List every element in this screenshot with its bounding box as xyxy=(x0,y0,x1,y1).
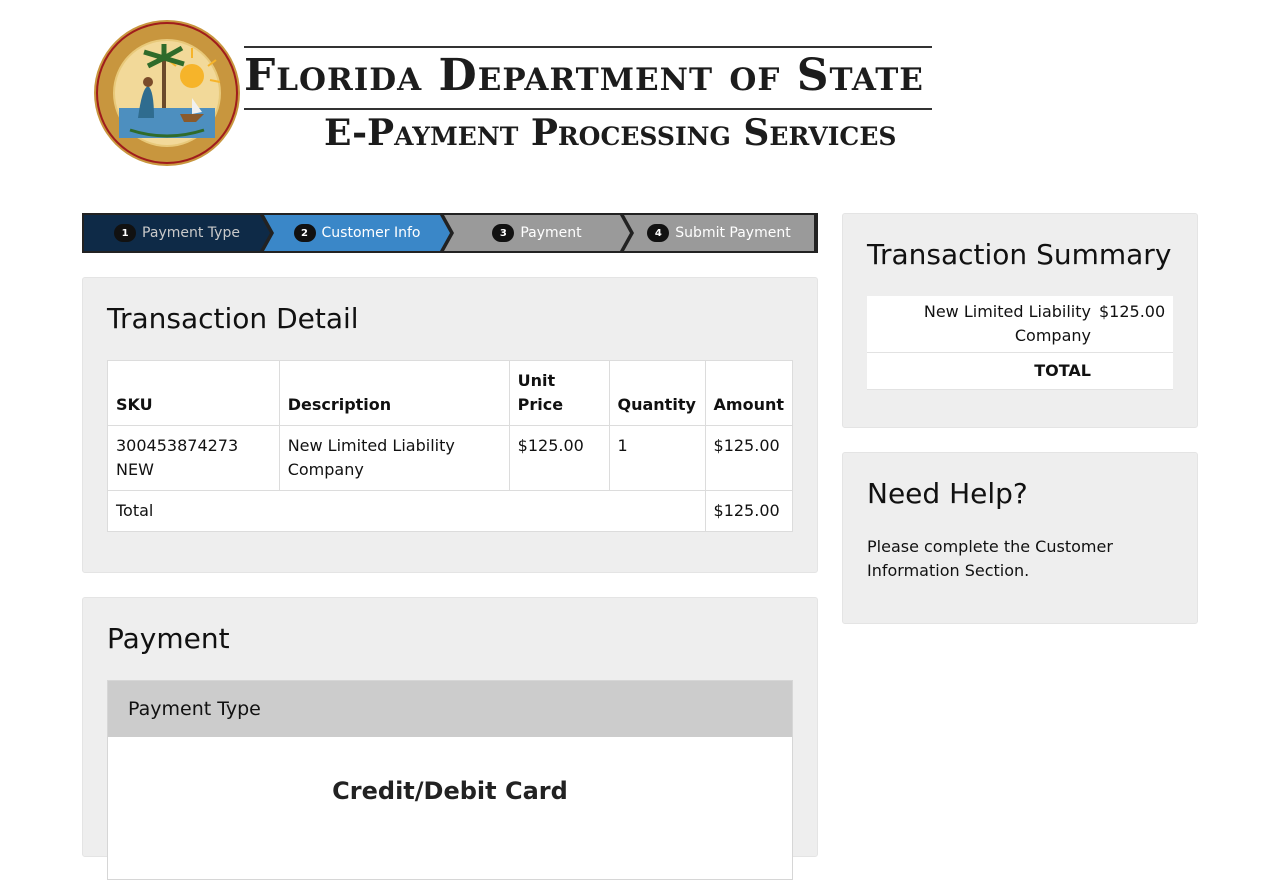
step-customer-info[interactable]: 2 Customer Info xyxy=(264,215,450,251)
summary-total-value xyxy=(1095,352,1173,390)
column-header-description: Description xyxy=(278,360,510,426)
step-number: 1 xyxy=(114,224,136,242)
step-label: Submit Payment xyxy=(675,225,791,241)
total-label: Total xyxy=(107,490,706,532)
cell-unit-price: $125.00 xyxy=(508,425,610,491)
summary-total-row: TOTAL xyxy=(867,352,1173,390)
site-header: Florida Department of State E-Payment Pr… xyxy=(92,18,934,168)
column-header-quantity: Quantity xyxy=(608,360,706,426)
need-help-panel: Need Help? Please complete the Customer … xyxy=(842,452,1198,624)
payment-type-box: Payment Type Credit/Debit Card xyxy=(107,680,793,880)
table-header-row: SKU Description Unit Price Quantity Amou… xyxy=(107,360,794,426)
summary-total-label: TOTAL xyxy=(867,352,1095,390)
column-header-sku: SKU xyxy=(107,360,280,426)
agency-name: Florida Department of State xyxy=(244,50,924,101)
payment-type-header: Payment Type xyxy=(108,681,792,737)
step-label: Customer Info xyxy=(321,225,421,241)
cell-sku: 300453874273 NEW xyxy=(107,425,280,491)
table-total-row: Total $125.00 xyxy=(107,490,794,532)
cell-description: New Limited Liability Company xyxy=(278,425,510,491)
total-value: $125.00 xyxy=(704,490,794,532)
florida-seal-logo xyxy=(94,20,240,166)
transaction-detail-panel: Transaction Detail SKU Description Unit … xyxy=(82,277,818,573)
transaction-summary-title: Transaction Summary xyxy=(867,238,1172,271)
need-help-title: Need Help? xyxy=(867,477,1028,510)
step-label: Payment Type xyxy=(142,225,240,241)
column-header-amount: Amount xyxy=(704,360,794,426)
table-row: 300453874273 NEW New Limited Liability C… xyxy=(107,425,794,491)
step-number: 2 xyxy=(294,224,316,242)
transaction-detail-title: Transaction Detail xyxy=(107,302,359,335)
column-header-unit-price: Unit Price xyxy=(508,360,610,426)
cell-amount: $125.00 xyxy=(704,425,794,491)
step-number: 3 xyxy=(492,224,514,242)
step-label: Payment xyxy=(520,225,582,241)
summary-table: New Limited Liability Company $125.00 TO… xyxy=(867,296,1173,390)
cell-quantity: 1 xyxy=(608,425,706,491)
progress-stepper: 1 Payment Type 2 Customer Info 3 Payment… xyxy=(82,213,818,253)
payment-panel: Payment Payment Type Credit/Debit Card xyxy=(82,597,818,880)
transaction-table: SKU Description Unit Price Quantity Amou… xyxy=(107,360,794,532)
step-payment: 3 Payment xyxy=(444,215,630,251)
summary-item-value: $125.00 xyxy=(1095,296,1173,353)
step-submit-payment: 4 Submit Payment xyxy=(624,215,814,251)
payment-title: Payment xyxy=(107,622,230,655)
service-name: E-Payment Processing Services xyxy=(324,112,897,154)
summary-row: New Limited Liability Company $125.00 xyxy=(867,296,1173,353)
step-payment-type[interactable]: 1 Payment Type xyxy=(84,215,270,251)
transaction-summary-panel: Transaction Summary New Limited Liabilit… xyxy=(842,213,1198,428)
step-number: 4 xyxy=(647,224,670,242)
credit-debit-card-option[interactable]: Credit/Debit Card xyxy=(108,777,792,805)
need-help-text: Please complete the Customer Information… xyxy=(867,537,1113,580)
summary-item-label: New Limited Liability Company xyxy=(867,296,1095,353)
